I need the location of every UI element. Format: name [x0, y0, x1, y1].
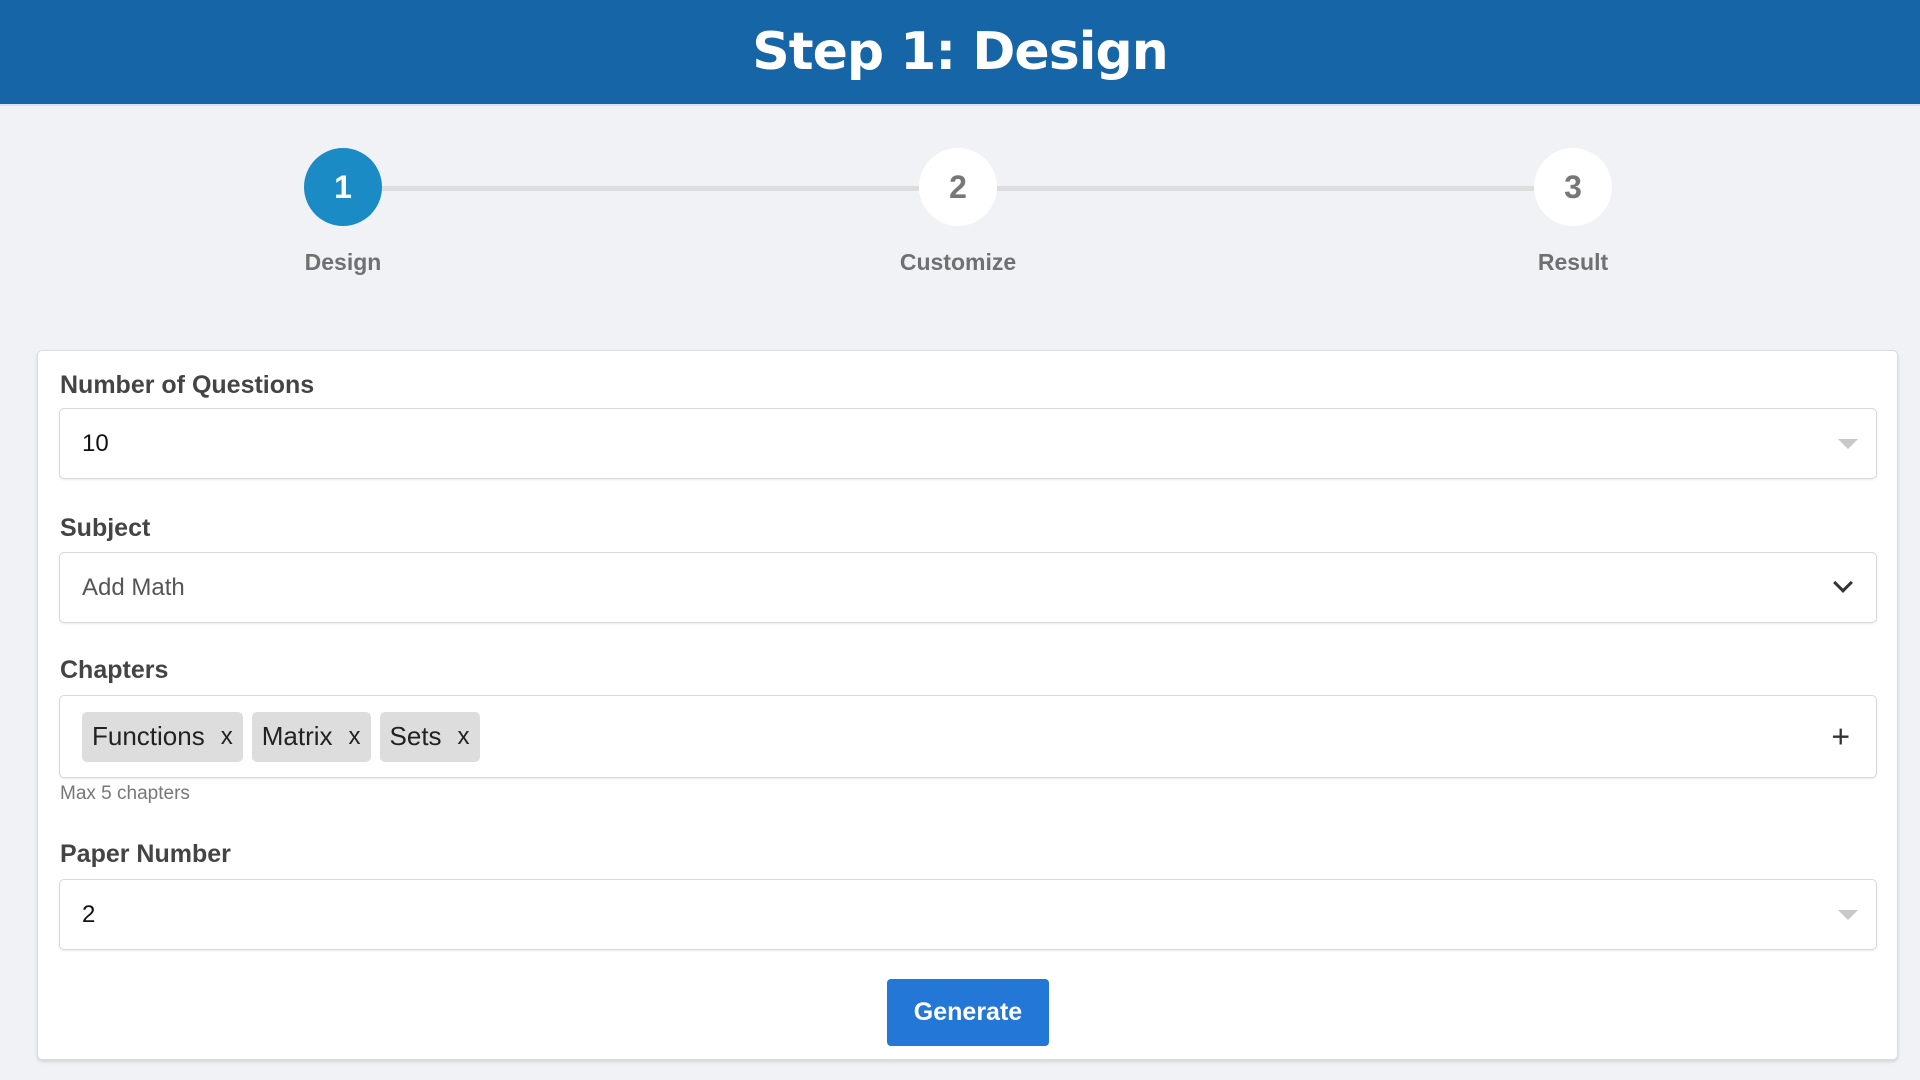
step-1-label: Design: [304, 249, 382, 275]
step-2-label: Customize: [899, 249, 1017, 275]
num-questions-label: Number of Questions: [60, 371, 315, 399]
caret-down-icon: [1838, 438, 1858, 449]
chapters-helper-text: Max 5 chapters: [60, 783, 190, 804]
chapter-tag: Matrix x: [251, 711, 371, 762]
step-2-circle[interactable]: 2: [919, 148, 997, 226]
num-questions-select[interactable]: 10: [59, 408, 1877, 479]
chapter-tag-label: Sets: [389, 721, 442, 751]
subject-value: Add Math: [82, 573, 185, 601]
remove-tag-icon[interactable]: x: [458, 723, 470, 751]
page-header: Step 1: Design: [0, 0, 1920, 106]
subject-select[interactable]: Add Math: [59, 552, 1877, 623]
chapters-label: Chapters: [60, 656, 169, 684]
remove-tag-icon[interactable]: x: [221, 723, 233, 751]
chapter-tag: Sets x: [379, 711, 480, 762]
chapters-input[interactable]: Functions x Matrix x Sets x +: [59, 695, 1877, 778]
remove-tag-icon[interactable]: x: [349, 723, 361, 751]
chapter-tag-label: Matrix: [261, 721, 333, 751]
chapter-tag-label: Functions: [92, 721, 205, 751]
chevron-down-icon: [1833, 572, 1853, 593]
generate-button[interactable]: Generate: [887, 979, 1049, 1046]
caret-down-icon: [1838, 909, 1858, 920]
num-questions-value: 10: [82, 429, 109, 457]
step-1-circle[interactable]: 1: [304, 148, 382, 226]
page-title: Step 1: Design: [752, 22, 1168, 82]
paper-number-value: 2: [82, 900, 96, 928]
add-chapter-icon[interactable]: +: [1831, 718, 1850, 755]
step-3-label: Result: [1537, 249, 1609, 275]
stepper-connector: [382, 186, 919, 191]
paper-number-select[interactable]: 2: [59, 879, 1877, 950]
design-form-card: Number of Questions 10 Subject Add Math …: [37, 350, 1898, 1060]
chapter-tag: Functions x: [82, 711, 243, 762]
paper-number-label: Paper Number: [60, 840, 231, 868]
stepper-connector: [997, 186, 1534, 191]
subject-label: Subject: [60, 514, 151, 542]
step-3-circle[interactable]: 3: [1534, 148, 1612, 226]
